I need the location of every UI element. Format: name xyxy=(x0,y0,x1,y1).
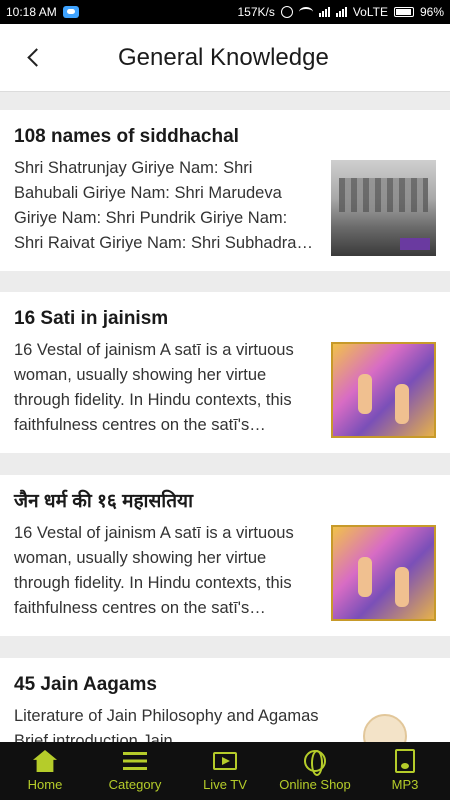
article-title: 45 Jain Aagams xyxy=(14,674,157,695)
list-icon xyxy=(121,748,149,774)
back-arrow-icon xyxy=(26,48,46,67)
app-header: General Knowledge xyxy=(0,24,450,92)
article-thumbnail[interactable] xyxy=(330,708,436,742)
nav-online-shop[interactable]: Online Shop xyxy=(270,742,360,800)
page-title: General Knowledge xyxy=(118,43,329,71)
signal-icon-2 xyxy=(335,7,347,17)
mp3-icon xyxy=(391,748,419,774)
article-card[interactable]: 108 names of siddhachal Shri Shatrunjay … xyxy=(0,110,450,271)
article-card[interactable]: 45 Jain Aagams Literature of Jain Philos… xyxy=(0,658,450,742)
article-excerpt: Literature of Jain Philosophy and Agamas… xyxy=(14,707,319,742)
network-speed: 157K/s xyxy=(237,5,275,19)
article-thumbnail[interactable] xyxy=(330,160,436,256)
nav-home[interactable]: Home xyxy=(0,742,90,800)
article-thumbnail[interactable] xyxy=(330,525,436,621)
battery-percent: 96% xyxy=(419,5,444,19)
nav-mp3[interactable]: MP3 xyxy=(360,742,450,800)
article-title: 108 names of siddhachal xyxy=(14,126,239,147)
nav-label: Category xyxy=(108,777,162,792)
nav-category[interactable]: Category xyxy=(90,742,180,800)
nav-label: Online Shop xyxy=(279,777,351,792)
article-list[interactable]: 108 names of siddhachal Shri Shatrunjay … xyxy=(0,92,450,742)
nav-live-tv[interactable]: Live TV xyxy=(180,742,270,800)
article-title: 16 Sati in jainism xyxy=(14,308,169,329)
nav-label: Home xyxy=(27,777,63,792)
alarm-icon xyxy=(280,6,293,18)
article-excerpt: 16 Vestal of jainism A satī is a virtuou… xyxy=(14,341,294,434)
article-excerpt: Shri Shatrunjay Giriye Nam: Shri Bahubal… xyxy=(14,159,313,252)
article-card[interactable]: 16 Sati in jainism 16 Vestal of jainism … xyxy=(0,292,450,453)
wifi-icon xyxy=(298,7,313,17)
article-title: जैन धर्म की १६ महासतिया xyxy=(14,491,193,512)
back-button[interactable] xyxy=(0,24,68,92)
bottom-navigation: Home Category Live TV Online Shop MP3 xyxy=(0,742,450,800)
home-icon xyxy=(31,748,59,774)
nav-label: Live TV xyxy=(203,777,247,792)
nav-label: MP3 xyxy=(391,777,419,792)
globe-icon xyxy=(301,748,329,776)
article-excerpt: 16 Vestal of jainism A satī is a virtuou… xyxy=(14,524,294,617)
article-card[interactable]: जैन धर्म की १६ महासतिया 16 Vestal of jai… xyxy=(0,475,450,636)
article-thumbnail[interactable] xyxy=(330,342,436,438)
carrier-label: VoLTE xyxy=(352,5,388,19)
cloud-icon xyxy=(62,6,79,18)
status-time: 10:18 AM xyxy=(6,5,57,19)
battery-icon xyxy=(393,7,414,17)
status-bar: 10:18 AM 157K/s VoLTE 96% xyxy=(0,0,450,24)
signal-icon xyxy=(318,7,330,17)
tv-icon xyxy=(211,748,239,774)
